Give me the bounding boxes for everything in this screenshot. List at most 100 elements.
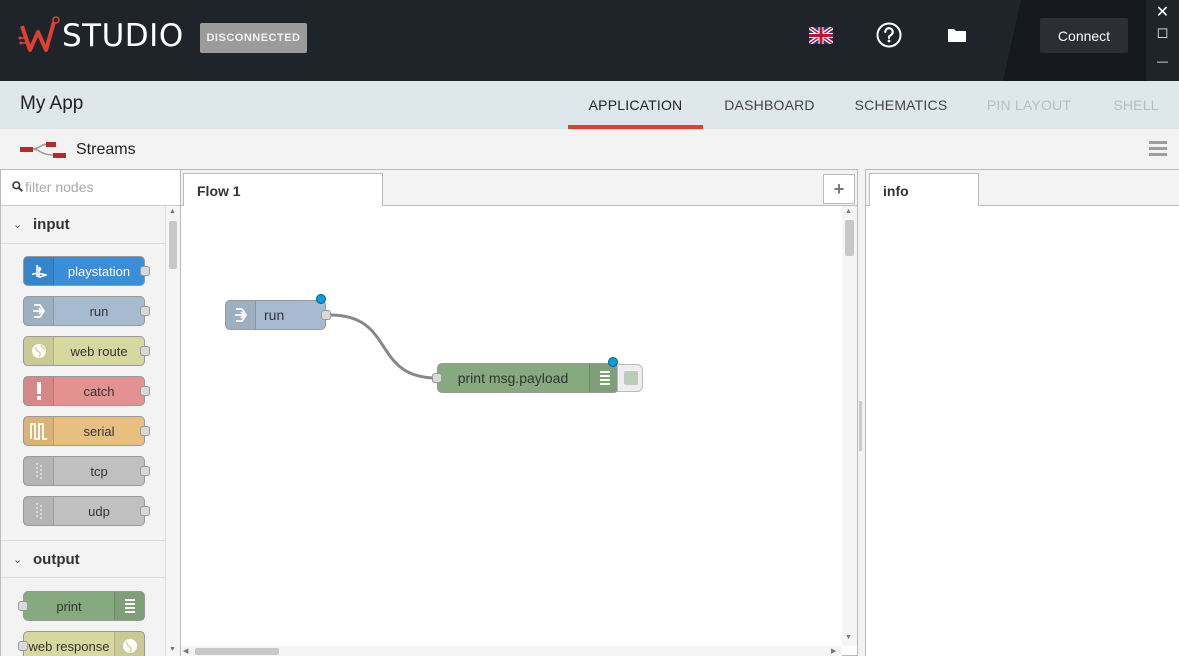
scrollbar-thumb[interactable] [195, 648, 279, 655]
serial-icon [24, 417, 54, 445]
palette-node-web-route[interactable]: web route [23, 336, 150, 366]
globe-icon [114, 632, 144, 656]
divider-grip[interactable] [859, 401, 862, 451]
canvas-horizontal-scrollbar[interactable]: ◀ ▶ [181, 646, 842, 656]
output-port[interactable] [321, 310, 331, 320]
scroll-down-icon[interactable]: ▼ [169, 646, 176, 653]
studio-logo: STUDIO [18, 14, 184, 58]
node-label: catch [83, 383, 115, 399]
palette-node-playstation[interactable]: playstation [23, 256, 150, 286]
folder-icon[interactable] [944, 22, 970, 48]
scroll-up-icon[interactable]: ▲ [845, 208, 852, 215]
w-logo-icon [18, 16, 60, 52]
list-icon [589, 364, 619, 392]
node-palette: ⌄ input playstation run web route [0, 169, 180, 656]
node-label: tcp [90, 463, 108, 479]
input-nodes: playstation run web route catch serial t… [1, 244, 165, 540]
app-title: My App [20, 93, 84, 114]
streams-bar: Streams [0, 129, 1179, 169]
node-label: playstation [67, 263, 131, 279]
node-label: udp [88, 503, 110, 519]
scroll-left-icon[interactable]: ◀ [183, 647, 188, 655]
tab-flow-1[interactable]: Flow 1 [183, 173, 383, 206]
maximize-icon[interactable]: ☐ [1146, 26, 1179, 42]
filter-bar [1, 170, 180, 206]
output-port [140, 306, 150, 316]
section-input[interactable]: ⌄ input [1, 206, 165, 244]
flow-workspace: Flow 1 + run print msg.payload ▲ ▼ ◀ ▶ [180, 169, 858, 656]
toggle-indicator [624, 371, 638, 385]
minimize-icon[interactable]: — [1146, 56, 1179, 68]
palette-node-tcp[interactable]: tcp [23, 456, 150, 486]
palette-node-catch[interactable]: catch [23, 376, 150, 406]
alert-icon [24, 377, 54, 405]
output-port [140, 346, 150, 356]
node-label: web response [28, 638, 110, 654]
arrow-in-icon [24, 297, 54, 325]
palette-scrollbar[interactable]: ▲ ▼ [165, 206, 180, 656]
status-badge: DISCONNECTED [200, 23, 307, 53]
tab-shell[interactable]: SHELL [1104, 81, 1168, 129]
sidebar-tabs: info [866, 170, 1179, 206]
tab-application[interactable]: APPLICATION [568, 81, 703, 129]
scrollbar-thumb[interactable] [169, 221, 177, 269]
flow-node-run[interactable]: run [225, 294, 331, 330]
tab-schematics[interactable]: SCHEMATICS [846, 81, 956, 129]
playstation-icon [24, 257, 54, 285]
palette-node-print[interactable]: print [18, 591, 145, 621]
streams-icon [20, 142, 66, 158]
app-header: My App APPLICATION DASHBOARD SCHEMATICS … [0, 81, 1179, 129]
add-flow-button[interactable]: + [823, 174, 855, 204]
palette-node-web-response[interactable]: web response [18, 631, 145, 656]
canvas-vertical-scrollbar[interactable]: ▲ ▼ [842, 206, 857, 646]
output-nodes: print web response [1, 578, 165, 656]
uk-flag-icon[interactable] [808, 22, 834, 48]
section-label: input [33, 216, 70, 233]
filter-nodes-input[interactable] [25, 179, 175, 195]
wire-layer [329, 313, 438, 380]
section-output[interactable]: ⌄ output [1, 540, 165, 578]
output-port [140, 506, 150, 516]
chevron-down-icon: ⌄ [13, 219, 23, 231]
list-icon [114, 592, 144, 620]
tab-pin-layout[interactable]: PIN LAYOUT [978, 81, 1080, 129]
bridge-icon [24, 457, 54, 485]
workspace-tabs: Flow 1 + [181, 170, 857, 206]
node-label: run [264, 307, 285, 323]
output-port [140, 266, 150, 276]
globe-icon [24, 337, 54, 365]
palette-node-udp[interactable]: udp [23, 496, 150, 526]
node-label: serial [83, 423, 115, 439]
window-controls: ✕ ☐ — [1146, 0, 1179, 81]
node-label: web route [70, 343, 128, 359]
scroll-up-icon[interactable]: ▲ [169, 208, 176, 215]
info-sidebar: info [865, 169, 1179, 656]
tab-info[interactable]: info [869, 173, 979, 206]
top-bar: STUDIO DISCONNECTED Connect ✕ ☐ — [0, 0, 1179, 81]
output-port [140, 426, 150, 436]
arrow-in-icon [226, 301, 256, 329]
tab-dashboard[interactable]: DASHBOARD [712, 81, 827, 129]
scrollbar-thumb[interactable] [845, 220, 854, 256]
close-icon[interactable]: ✕ [1146, 2, 1179, 22]
panel-divider[interactable] [858, 169, 865, 656]
section-label: output [33, 551, 80, 568]
changed-indicator [316, 294, 326, 304]
logo-text: STUDIO [62, 18, 184, 54]
debug-toggle-button[interactable] [617, 364, 643, 392]
help-icon[interactable] [876, 22, 902, 48]
flow-canvas[interactable]: run print msg.payload [181, 206, 841, 646]
connect-button[interactable]: Connect [1040, 18, 1128, 53]
node-label: print [56, 598, 82, 614]
output-port [140, 386, 150, 396]
menu-icon[interactable] [1149, 141, 1167, 157]
palette-node-run[interactable]: run [23, 296, 150, 326]
node-label: run [89, 303, 109, 319]
bridge-icon [24, 497, 54, 525]
scroll-right-icon[interactable]: ▶ [831, 647, 836, 655]
chevron-down-icon: ⌄ [13, 554, 23, 566]
flow-node-print-msg-payload[interactable]: print msg.payload [432, 357, 619, 393]
scroll-down-icon[interactable]: ▼ [845, 634, 852, 641]
streams-label: Streams [76, 141, 136, 158]
palette-node-serial[interactable]: serial [23, 416, 150, 446]
